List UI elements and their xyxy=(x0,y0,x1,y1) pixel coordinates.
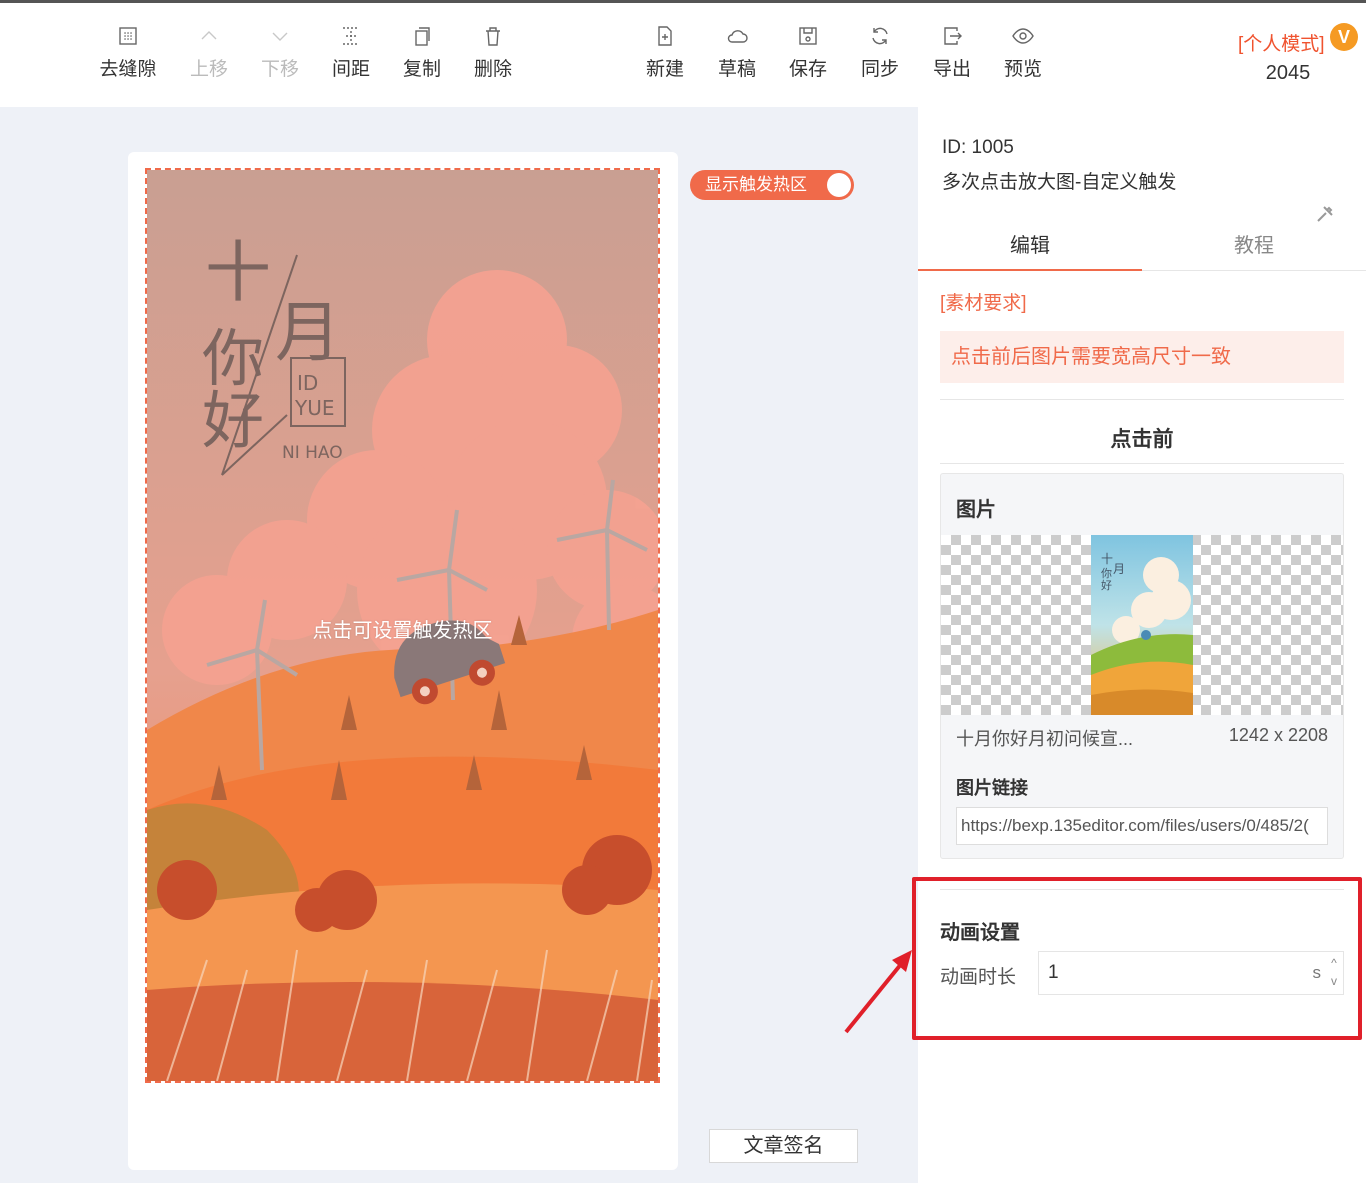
draft-label: 草稿 xyxy=(717,59,756,80)
preview-label: 预览 xyxy=(1003,59,1042,80)
delete-button[interactable]: 删除 xyxy=(460,25,526,81)
show-hotspot-toggle[interactable]: 显示触发热区 xyxy=(690,170,854,200)
chevron-down-icon xyxy=(269,25,291,47)
spacing-label: 间距 xyxy=(331,59,370,80)
eye-icon xyxy=(1012,25,1034,47)
highlight-box xyxy=(912,877,1362,1040)
remove-gap-label: 去缝隙 xyxy=(99,59,157,80)
grid-dots-icon xyxy=(117,25,139,47)
spacing-button[interactable]: 间距 xyxy=(318,25,384,81)
move-up-button[interactable]: 上移 xyxy=(176,25,242,81)
annotation-arrow-icon xyxy=(844,950,912,1034)
move-down-label: 下移 xyxy=(260,59,299,80)
new-button[interactable]: 新建 xyxy=(632,25,698,81)
trash-icon xyxy=(482,25,504,47)
tools-icon[interactable] xyxy=(1315,204,1335,224)
thumb-char-hao: 好 xyxy=(1101,578,1112,592)
poster-char-shi: 十 xyxy=(205,234,271,311)
thumb-char-shi: 十 xyxy=(1101,552,1113,566)
poster-char-hao: 好 xyxy=(202,384,264,457)
thumb-char-yue: 月 xyxy=(1113,562,1125,576)
toggle-knob xyxy=(827,173,851,197)
save-button[interactable]: 保存 xyxy=(775,25,841,81)
image-card: 图片 十 月 你 好 十月你好月初问候宣... 1242 x 2208 图片链接… xyxy=(940,473,1344,859)
personal-mode-link[interactable]: [个人模式] xyxy=(1238,29,1325,56)
image-thumbnail[interactable]: 十 月 你 好 xyxy=(1091,535,1193,715)
show-hotspot-label: 显示触发热区 xyxy=(705,175,807,194)
new-file-icon xyxy=(654,25,676,47)
export-button[interactable]: 导出 xyxy=(919,25,985,81)
poster-text-id: ID xyxy=(297,371,318,395)
tab-tutorial[interactable]: 教程 xyxy=(1142,223,1366,271)
save-label: 保存 xyxy=(788,59,827,80)
delete-label: 删除 xyxy=(473,59,512,80)
divider xyxy=(940,463,1344,464)
move-up-label: 上移 xyxy=(189,59,228,80)
copy-icon xyxy=(411,25,433,47)
poster-text-nihao-en: NI HAO xyxy=(282,443,343,463)
hotspot-hint[interactable]: 点击可设置触发热区 xyxy=(147,614,658,643)
draft-button[interactable]: 草稿 xyxy=(704,25,770,81)
chevron-up-icon xyxy=(198,25,220,47)
section-before-click: 点击前 xyxy=(1110,428,1174,451)
poster-image[interactable]: 十 月 你 好 ID YUE NI HAO 点击可设置触发热区 xyxy=(145,168,660,1083)
requirement-notice: 点击前后图片需要宽高尺寸一致 xyxy=(940,331,1344,383)
copy-label: 复制 xyxy=(402,59,441,80)
image-link-input[interactable] xyxy=(956,807,1328,845)
copy-button[interactable]: 复制 xyxy=(389,25,455,81)
image-card-title: 图片 xyxy=(956,499,996,521)
export-icon xyxy=(941,25,963,47)
move-down-button[interactable]: 下移 xyxy=(247,25,313,81)
new-label: 新建 xyxy=(645,59,684,80)
remove-gap-button[interactable]: 去缝隙 xyxy=(95,25,161,81)
template-name: 多次点击放大图-自定义触发 xyxy=(942,172,1177,193)
poster-char-yue: 月 xyxy=(275,294,341,371)
sync-button[interactable]: 同步 xyxy=(847,25,913,81)
sync-icon xyxy=(869,25,891,47)
vip-badge-icon: V xyxy=(1330,23,1358,51)
image-file-name: 十月你好月初问候宣... xyxy=(956,729,1134,749)
image-link-label: 图片链接 xyxy=(956,778,1028,798)
tab-edit[interactable]: 编辑 xyxy=(918,223,1142,271)
cloud-icon xyxy=(726,25,748,47)
divider xyxy=(940,399,1344,400)
spacing-icon xyxy=(340,25,362,47)
export-label: 导出 xyxy=(932,59,971,80)
mode-count: 2045 xyxy=(1265,62,1311,84)
template-id: ID: 1005 xyxy=(942,137,1014,158)
toolbar: 去缝隙 上移 下移 间距 复制 删除 新建 草稿 保存 同步 导出 预览 [个人… xyxy=(0,3,1366,107)
image-dimensions: 1242 x 2208 xyxy=(1228,725,1328,745)
panel-tabs: 编辑 教程 xyxy=(918,223,1366,271)
article-signature-button[interactable]: 文章签名 xyxy=(709,1129,858,1163)
save-icon xyxy=(797,25,819,47)
preview-button[interactable]: 预览 xyxy=(990,25,1056,81)
poster-text-yue-en: YUE xyxy=(294,396,335,420)
requirement-title: [素材要求] xyxy=(940,293,1027,314)
sync-label: 同步 xyxy=(860,59,899,80)
